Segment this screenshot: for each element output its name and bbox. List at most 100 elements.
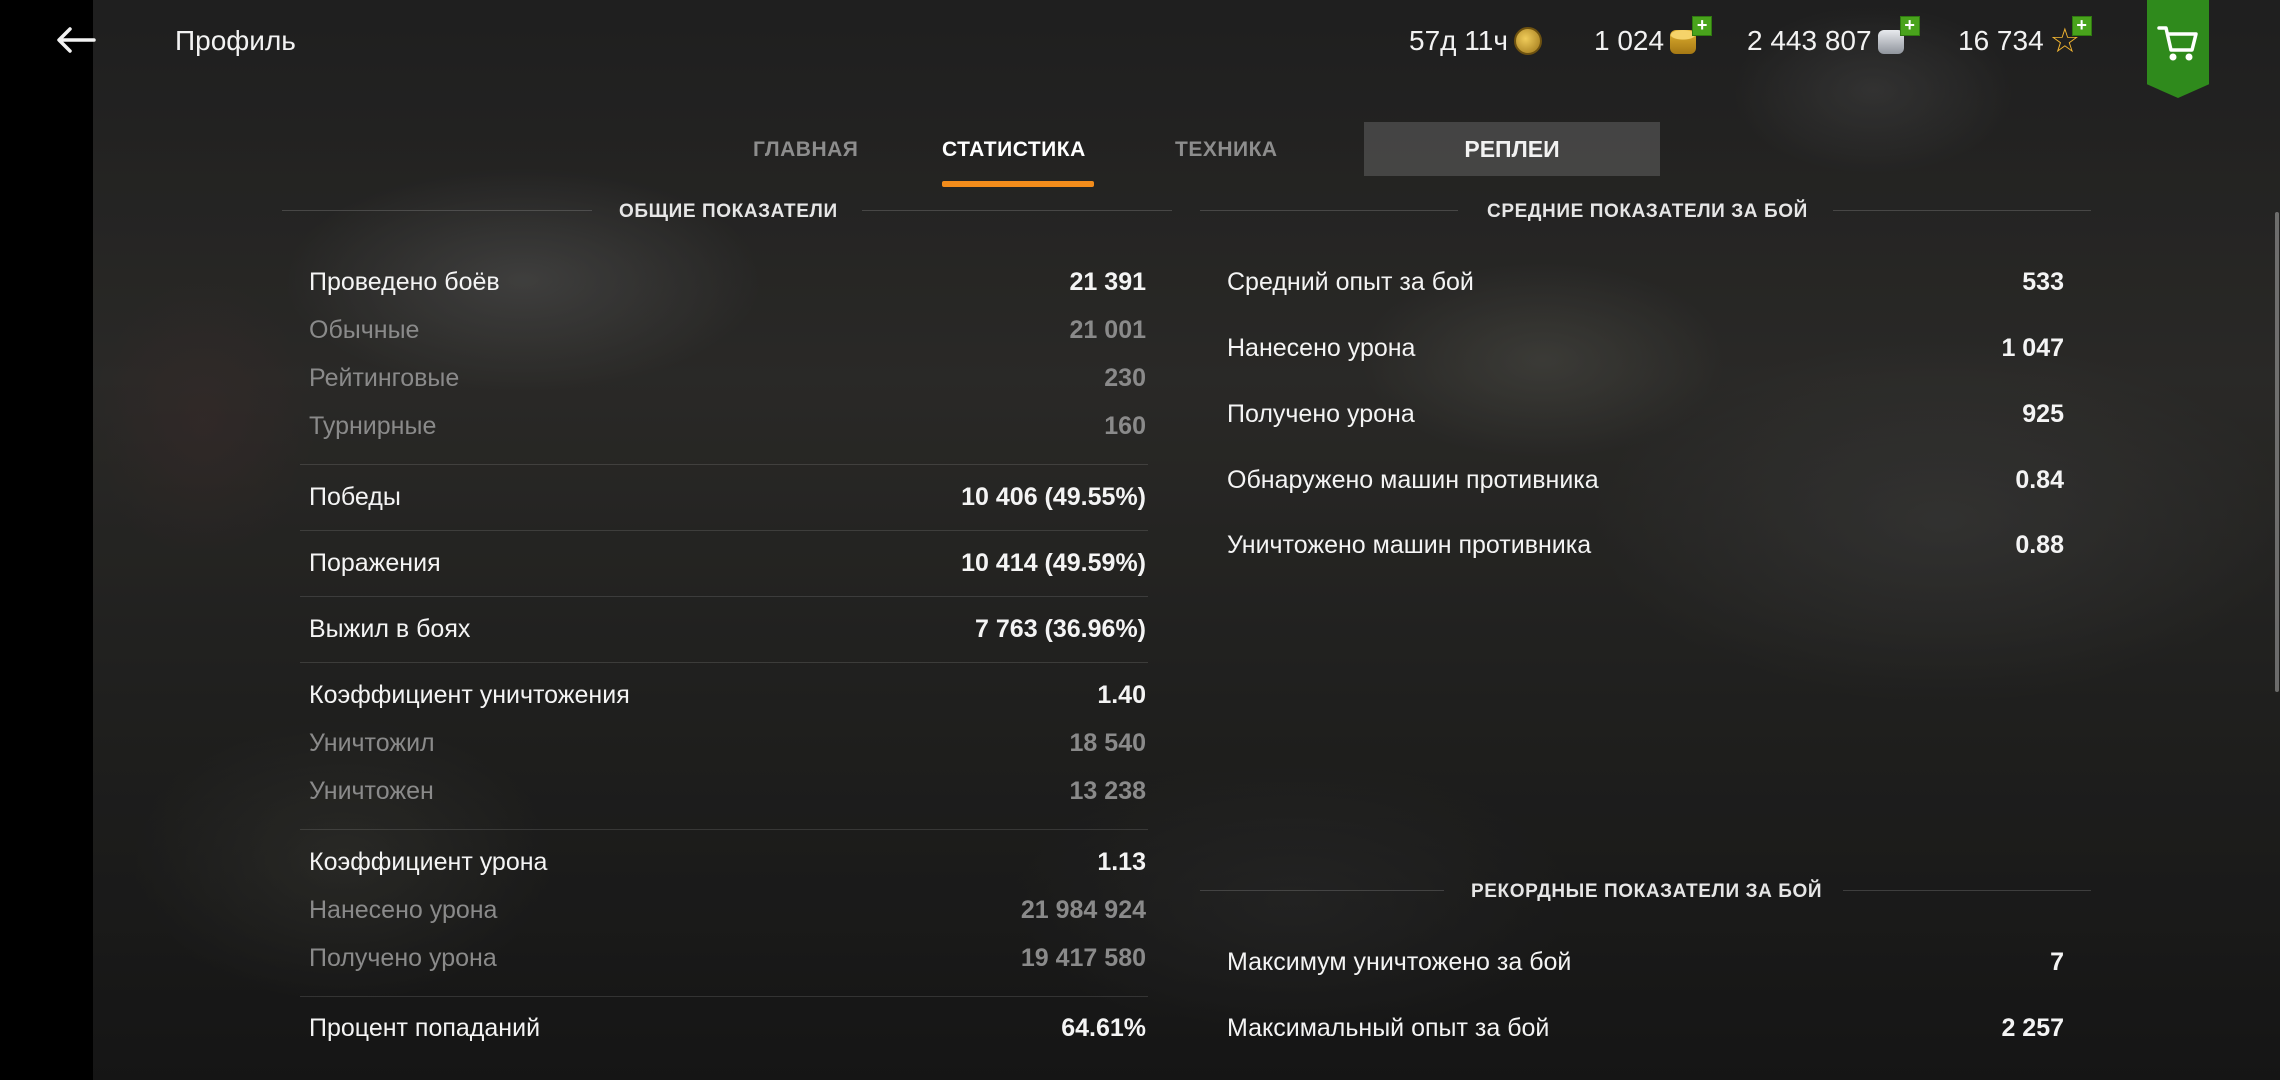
stat-row-tournament: Турнирные 160 [309,412,1146,441]
stat-row-regular: Обычные 21 001 [309,316,1146,345]
silver-coins-icon: + [1877,16,1920,58]
stat-row-survived: Выжил в боях 7 763 (36.96%) [309,615,1146,644]
back-button[interactable] [50,18,110,62]
stat-label: Победы [309,483,401,511]
stat-row-was-destroyed: Уничтожен 13 238 [309,777,1146,806]
free-xp-balance[interactable]: 16 734 ☆ + [1958,16,2092,58]
add-gold-plus-icon[interactable]: + [1692,16,1713,36]
stat-row-damage-dealt: Нанесено урона 21 984 924 [309,896,1146,925]
row-divider [300,464,1148,465]
stat-row-victories: Победы 10 406 (49.55%) [309,483,1146,512]
row-divider [300,829,1148,830]
scrollbar[interactable] [2275,212,2279,692]
avg-row-damage-received: Получено урона 925 [1227,400,2064,429]
tab-replays[interactable]: РЕПЛЕИ [1364,122,1660,176]
stat-value: 7 [2050,948,2064,976]
stat-value: 7 763 (36.96%) [975,615,1146,643]
records-section-title: РЕКОРДНЫЕ ПОКАЗАТЕЛИ ЗА БОЙ [1471,881,1823,902]
stat-label: Получено урона [1227,400,1415,428]
stat-value: 10 406 (49.55%) [961,483,1146,511]
stat-row-damage-received: Получено урона 19 417 580 [309,944,1146,973]
stat-label: Максимальный опыт за бой [1227,1014,1550,1042]
stat-value: 10 414 (49.59%) [961,549,1146,577]
add-free-xp-plus-icon[interactable]: + [2071,16,2092,36]
shop-button[interactable] [2147,0,2209,98]
stat-label: Коэффициент уничтожения [309,681,630,709]
active-tab-indicator [942,181,1094,187]
laurel-medal-icon [1513,24,1548,58]
general-section-title: ОБЩИЕ ПОКАЗАТЕЛИ [619,201,838,222]
stat-label: Турнирные [309,412,437,440]
section-divider [1833,210,2091,211]
stat-row-hit-ratio: Процент попаданий 64.61% [309,1014,1146,1043]
stat-row-battles: Проведено боёв 21 391 [309,268,1146,297]
star-icon: ☆ + [2050,16,2092,58]
stat-value: 160 [1104,412,1146,440]
tab-vehicles[interactable]: ТЕХНИКА [1175,138,1278,162]
row-divider [300,596,1148,597]
stat-value: 925 [2022,400,2064,428]
arrow-left-icon [57,27,96,53]
row-divider [300,662,1148,663]
free-xp-value: 16 734 [1958,25,2044,56]
stat-label: Максимум уничтожено за бой [1227,948,1572,976]
stat-label: Нанесено урона [309,896,498,924]
stat-value: 21 001 [1069,316,1146,344]
gold-coins-icon: + [1670,16,1713,58]
section-divider [1200,890,1444,891]
stat-row-destroyed: Уничтожил 18 540 [309,729,1146,758]
stat-label: Уничтожено машин противника [1227,531,1592,559]
stat-value: 13 238 [1069,777,1146,805]
gold-value: 1 024 [1594,25,1665,56]
tab-replays-label: РЕПЛЕИ [1464,135,1560,162]
premium-timer[interactable]: 57д 11ч [1409,24,1548,58]
stat-row-damage-ratio: Коэффициент урона 1.13 [309,848,1146,877]
stat-value: 18 540 [1069,729,1146,757]
credits-value: 2 443 807 [1747,25,1872,56]
stat-value: 2 257 [2001,1014,2064,1042]
add-credits-plus-icon[interactable]: + [1899,16,1920,36]
section-divider [862,210,1172,211]
stat-label: Нанесено урона [1227,334,1416,362]
stat-row-defeats: Поражения 10 414 (49.59%) [309,549,1146,578]
stat-value: 21 984 924 [1020,896,1146,924]
avg-row-damage-dealt: Нанесено урона 1 047 [1227,334,2064,363]
premium-time-value: 57д 11ч [1409,25,1508,56]
stat-value: 0.84 [2015,466,2064,494]
credits-balance[interactable]: 2 443 807 + [1747,16,1920,58]
stat-value: 1.40 [1097,681,1146,709]
stat-row-kill-ratio: Коэффициент уничтожения 1.40 [309,681,1146,710]
cart-icon [2157,26,2198,61]
avg-row-spotted: Обнаружено машин противника 0.84 [1227,466,2064,495]
stat-value: 21 391 [1069,268,1146,296]
stat-label: Обычные [309,316,420,344]
tab-statistics[interactable]: СТАТИСТИКА [942,138,1086,162]
stat-label: Рейтинговые [309,364,460,392]
stat-label: Проведено боёв [309,268,500,296]
row-divider [300,996,1148,997]
record-row-max-kills: Максимум уничтожено за бой 7 [1227,948,2064,977]
stat-label: Поражения [309,549,441,577]
avg-row-xp: Средний опыт за бой 533 [1227,268,2064,297]
stat-label: Процент попаданий [309,1014,541,1042]
stat-label: Коэффициент урона [309,848,548,876]
stat-label: Средний опыт за бой [1227,268,1474,296]
gold-balance[interactable]: 1 024 + [1594,16,1713,58]
stat-value: 0.88 [2015,531,2064,559]
average-section-title: СРЕДНИЕ ПОКАЗАТЕЛИ ЗА БОЙ [1487,201,1808,222]
stat-value: 1.13 [1097,848,1146,876]
page-title: Профиль [175,25,296,56]
avg-row-destroyed: Уничтожено машин противника 0.88 [1227,531,2064,560]
tab-main[interactable]: ГЛАВНАЯ [753,138,858,162]
section-divider [1200,210,1458,211]
stat-label: Уничтожен [309,777,434,805]
stat-value: 1 047 [2001,334,2064,362]
record-row-max-xp: Максимальный опыт за бой 2 257 [1227,1014,2064,1043]
stat-value: 230 [1104,364,1146,392]
stat-label: Обнаружено машин противника [1227,466,1599,494]
stat-value: 533 [2022,268,2064,296]
section-divider [282,210,592,211]
stat-value: 19 417 580 [1020,944,1146,972]
stat-label: Уничтожил [309,729,435,757]
row-divider [300,530,1148,531]
